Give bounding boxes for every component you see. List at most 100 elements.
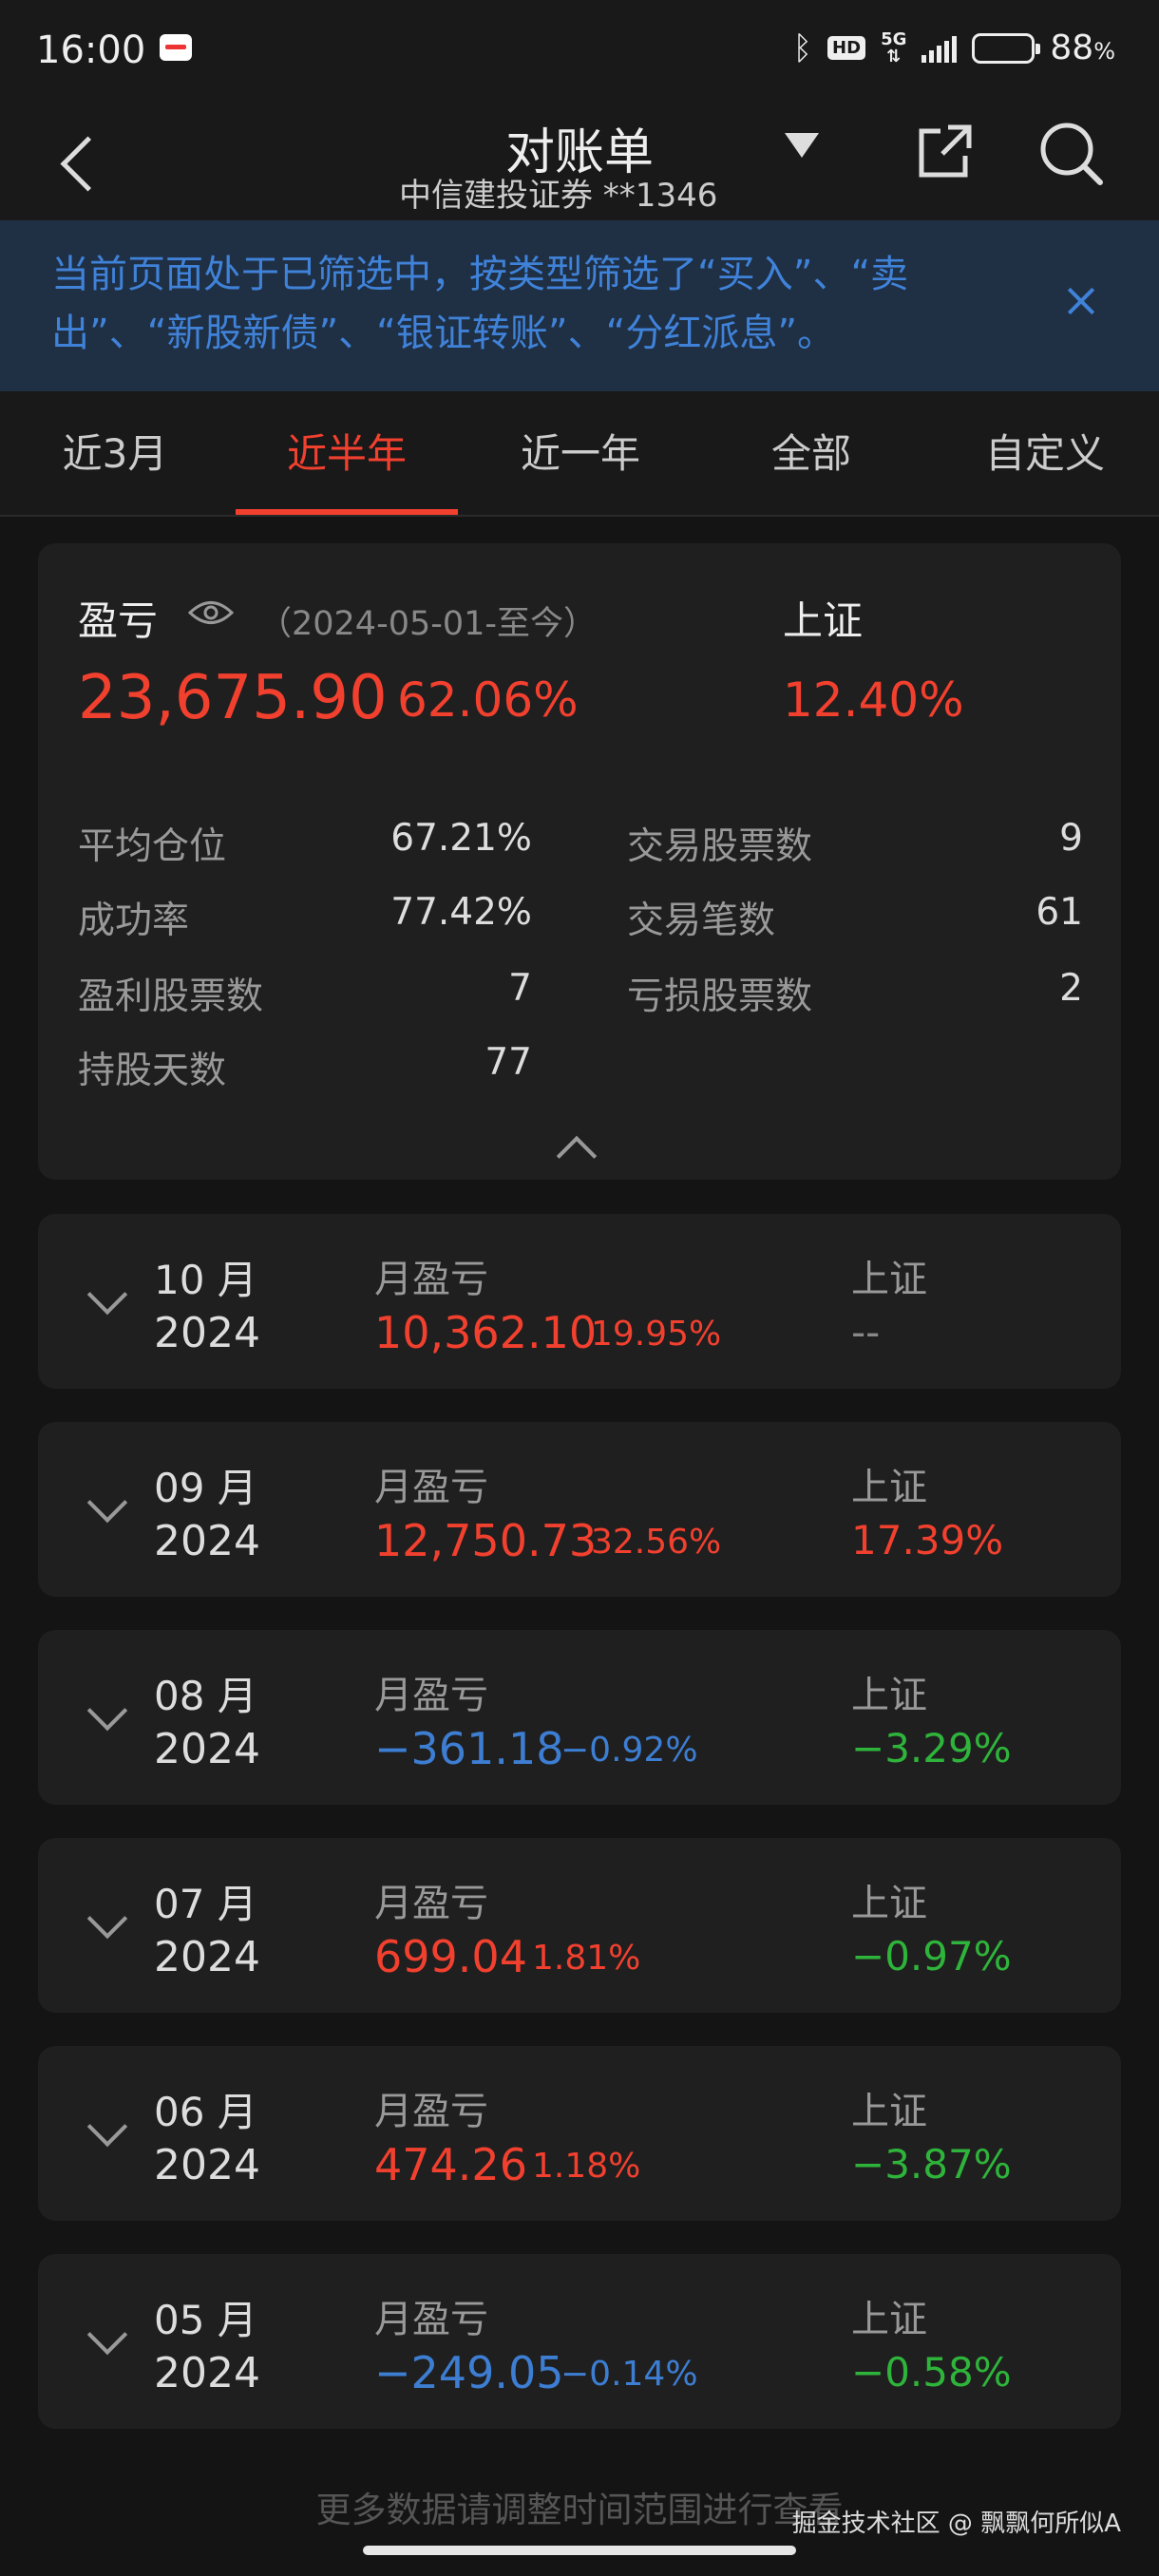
month-card[interactable]: 05 月 2024 月盈亏 −249.05 −0.14% 上证 −0.58% [38,2254,1121,2429]
month-pnl-label: 月盈亏 [374,2090,488,2133]
pnl-label: 盈亏 [78,597,159,644]
tab-custom[interactable]: 自定义 [954,422,1136,480]
hd-icon: HD [827,36,866,60]
month-pnl-percent: 1.81% [532,1939,641,1978]
month-pnl-amount: −249.05 [374,2347,564,2398]
pnl-amount: 23,675.90 [78,663,388,733]
stat-label-profitable-stocks: 盈利股票数 [78,975,264,1018]
month-index-label: 上证 [851,1258,927,1301]
month-year: 2024 [154,2349,260,2397]
share-icon[interactable] [916,122,975,180]
stat-label-holding-days: 持股天数 [78,1050,227,1092]
month-pnl-percent: 1.18% [532,2147,641,2186]
chevron-up-icon[interactable] [556,1135,598,1177]
stat-label-trade-count: 交易笔数 [627,900,776,942]
battery-icon [972,32,1041,64]
month-index-value: -- [851,1309,881,1355]
home-indicator[interactable] [363,2546,796,2555]
bluetooth-icon: ᛒ [792,28,813,67]
month-label: 06 月 [154,2089,257,2135]
search-icon[interactable] [1036,118,1106,188]
month-pnl-label: 月盈亏 [374,1882,488,1925]
stat-label-success-rate: 成功率 [78,900,190,942]
month-index-label: 上证 [851,2298,927,2341]
month-pnl-amount: −361.18 [374,1723,564,1774]
month-label: 07 月 [154,1881,257,1927]
tab-3-months[interactable]: 近3月 [32,422,198,480]
index-percent: 12.40% [783,672,964,728]
chevron-down-icon[interactable] [86,1482,128,1524]
month-card[interactable]: 09 月 2024 月盈亏 12,750.73 32.56% 上证 17.39% [38,1422,1121,1597]
eye-icon[interactable] [188,598,234,627]
month-index-label: 上证 [851,1674,927,1717]
month-card[interactable]: 07 月 2024 月盈亏 699.04 1.81% 上证 −0.97% [38,1838,1121,2013]
month-pnl-percent: 19.95% [591,1315,722,1354]
month-index-value: −3.29% [851,1725,1012,1771]
nav-bar: 对账单 中信建投证券 **1346 [0,104,1159,220]
month-pnl-label: 月盈亏 [374,1466,488,1509]
stat-value-trade-count: 61 [1036,891,1083,934]
chevron-down-icon[interactable] [86,2314,128,2356]
month-label: 08 月 [154,1673,257,1719]
status-time: 16:00 [36,28,146,72]
month-pnl-percent: −0.92% [560,1731,698,1770]
tab-half-year[interactable]: 近半年 [236,422,458,480]
month-label: 05 月 [154,2297,257,2343]
stat-value-losing-stocks: 2 [1059,967,1083,1010]
month-card[interactable]: 08 月 2024 月盈亏 −361.18 −0.92% 上证 −3.29% [38,1630,1121,1805]
month-index-label: 上证 [851,1466,927,1509]
month-pnl-label: 月盈亏 [374,2298,488,2341]
month-index-value: −0.97% [851,1933,1012,1979]
status-bar: 16:00 ᛒ HD 5G ⇅ 88% [0,0,1159,104]
period-tabs: 近3月 近半年 近一年 全部 自定义 [0,391,1159,517]
stat-value-success-rate: 77.42% [390,891,532,934]
month-card[interactable]: 06 月 2024 月盈亏 474.26 1.18% 上证 −3.87% [38,2046,1121,2221]
month-pnl-amount: 12,750.73 [374,1515,598,1566]
signal-icon [922,34,958,63]
month-card[interactable]: 10 月 2024 月盈亏 10,362.10 19.95% 上证 -- [38,1214,1121,1389]
stat-value-holding-days: 77 [484,1041,532,1084]
date-range: （2024-05-01-至今） [258,605,598,643]
summary-card: 盈亏 （2024-05-01-至今） 上证 23,675.90 62.06% 1… [38,543,1121,1180]
index-label: 上证 [783,597,864,644]
month-year: 2024 [154,2141,260,2189]
month-index-label: 上证 [851,2090,927,2133]
month-index-value: 17.39% [851,1517,1004,1563]
battery-percent: 88% [1050,28,1115,67]
month-pnl-amount: 699.04 [374,1931,527,1982]
filter-banner-text: 当前页面处于已筛选中，按类型筛选了“买入”、“卖出”、“新股新债”、“银证转账”… [51,253,909,355]
app-notification-icon [160,34,192,61]
status-icons: ᛒ HD 5G ⇅ 88% [793,28,1115,67]
pnl-percent: 62.06% [397,672,579,728]
watermark: 掘金技术社区 @ 飘飘何所似A [791,2510,1121,2538]
tab-all[interactable]: 全部 [730,422,893,480]
month-index-value: −3.87% [851,2141,1012,2188]
month-year: 2024 [154,1517,260,1565]
month-year: 2024 [154,1725,260,1773]
stat-label-stocks-traded: 交易股票数 [627,825,813,868]
stat-label-losing-stocks: 亏损股票数 [627,975,813,1018]
month-label: 10 月 [154,1257,257,1303]
stat-value-avg-position: 67.21% [390,817,532,860]
month-year: 2024 [154,1933,260,1981]
network-type-icon: 5G ⇅ [881,28,907,66]
stat-value-profitable-stocks: 7 [508,967,532,1010]
month-pnl-label: 月盈亏 [374,1258,488,1301]
stat-value-stocks-traded: 9 [1059,817,1083,860]
account-selector[interactable]: 中信建投证券 **1346 [399,169,717,216]
month-pnl-amount: 474.26 [374,2139,527,2190]
close-icon[interactable] [1062,282,1100,320]
chevron-down-icon[interactable] [86,1274,128,1316]
month-pnl-label: 月盈亏 [374,1674,488,1717]
month-year: 2024 [154,1309,260,1357]
month-index-value: −0.58% [851,2349,1012,2396]
chevron-down-icon[interactable] [86,1898,128,1940]
dropdown-triangle-icon[interactable] [785,133,819,158]
month-pnl-percent: −0.14% [560,2355,698,2394]
active-tab-indicator [236,509,458,515]
stat-label-avg-position: 平均仓位 [78,825,227,868]
month-pnl-percent: 32.56% [591,1523,722,1562]
tab-one-year[interactable]: 近一年 [479,422,682,480]
chevron-down-icon[interactable] [86,1690,128,1732]
chevron-down-icon[interactable] [86,2106,128,2148]
